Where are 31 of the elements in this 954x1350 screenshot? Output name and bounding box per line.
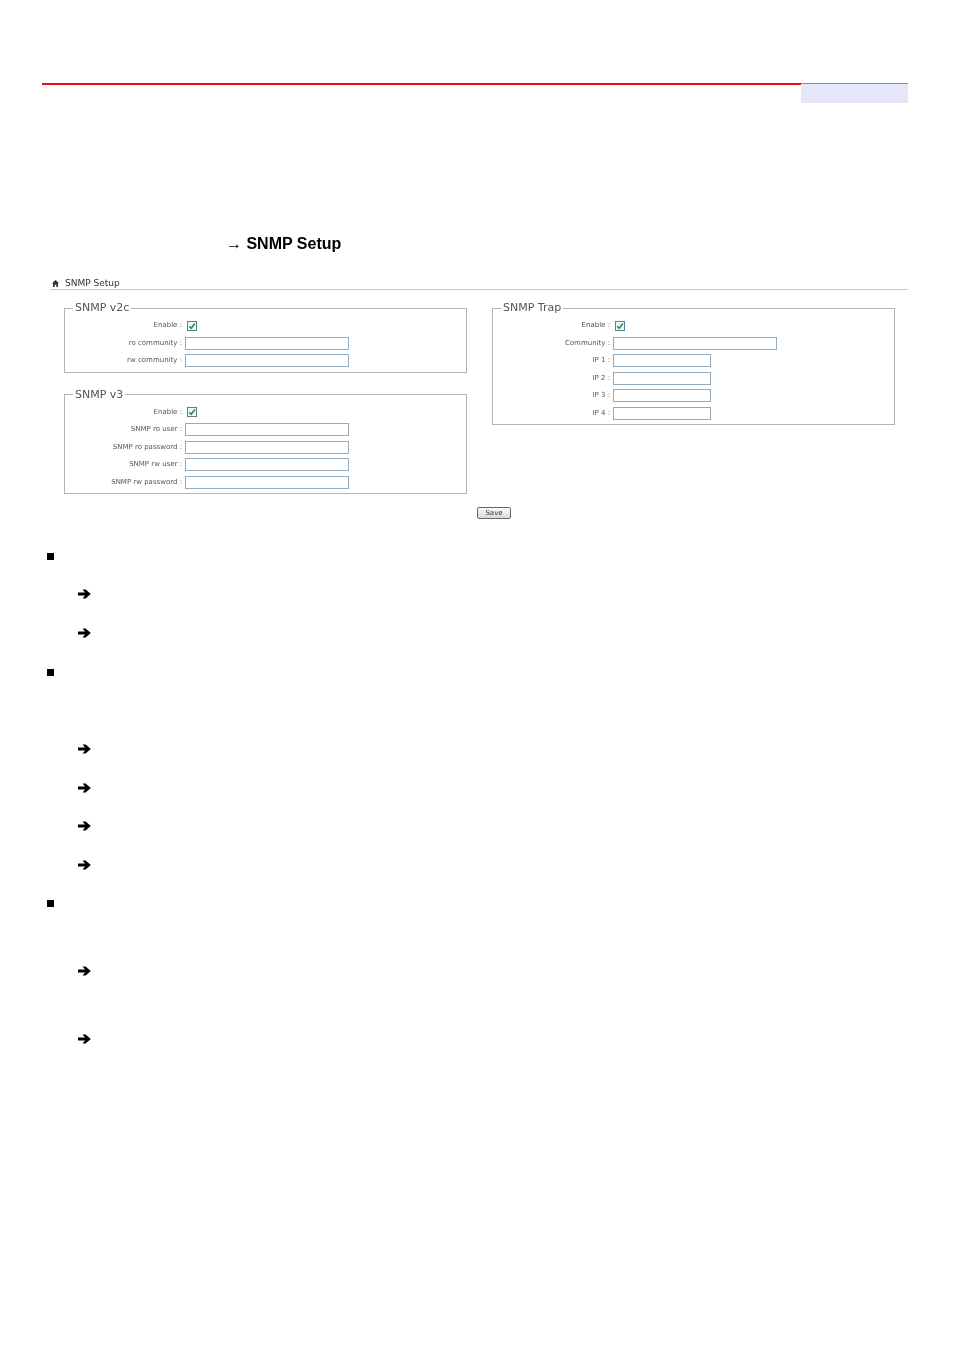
breadcrumb-title: SNMP Setup [65, 278, 120, 289]
text-field[interactable] [613, 371, 711, 385]
arrow-icon [78, 1034, 91, 1044]
text-field[interactable] [613, 406, 711, 420]
square-bullet-icon [47, 669, 54, 676]
checkbox[interactable] [615, 320, 625, 331]
text-field[interactable] [613, 354, 711, 368]
arrow-icon [78, 821, 91, 831]
square-bullet-icon [47, 553, 54, 560]
text-field[interactable] [613, 336, 777, 350]
checkbox[interactable] [187, 320, 197, 331]
arrow-icon [78, 860, 91, 870]
text-field[interactable] [185, 475, 349, 489]
text-field[interactable] [185, 458, 349, 472]
arrow-icon [78, 628, 91, 638]
text-field[interactable] [185, 336, 349, 350]
home-icon [52, 280, 59, 287]
text-field[interactable] [613, 389, 711, 403]
text-field[interactable] [185, 354, 349, 368]
group-title: SNMP v3 [74, 387, 125, 402]
square-bullet-icon [47, 900, 54, 907]
arrow-icon [78, 744, 91, 754]
group-title: SNMP Trap [502, 301, 563, 315]
group-title: SNMP v2c [74, 301, 131, 315]
checkbox[interactable] [187, 407, 197, 418]
arrow-icon [78, 966, 91, 976]
section-heading: → SNMP Setup [226, 235, 342, 253]
arrow-icon [78, 589, 91, 599]
arrow-icon [78, 783, 91, 793]
text-field[interactable] [185, 423, 349, 437]
text-field[interactable] [185, 440, 349, 454]
